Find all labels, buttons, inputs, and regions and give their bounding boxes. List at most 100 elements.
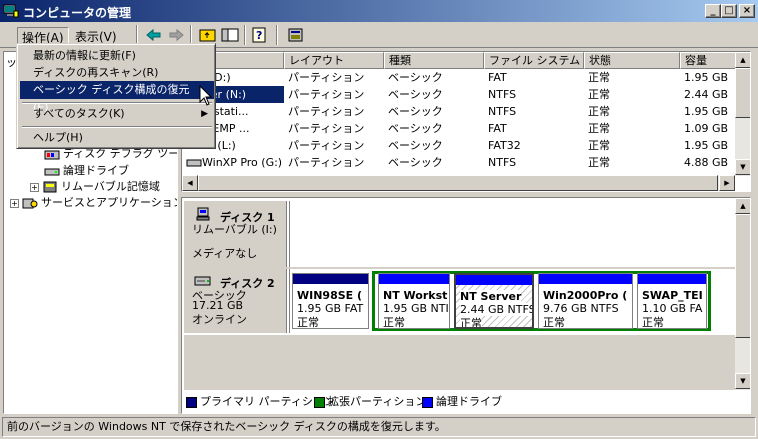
scroll-thumb[interactable] xyxy=(735,68,750,118)
legend-swatch xyxy=(422,396,433,408)
properties-icon[interactable] xyxy=(286,26,306,44)
disk-1-area xyxy=(289,201,735,267)
table-row[interactable]: WinXP Pro (G:) パーティション ベーシック NTFS 正常 4.8… xyxy=(182,154,738,171)
partition-status: 正常 xyxy=(297,316,319,329)
scroll-thumb[interactable] xyxy=(735,214,750,338)
menu-item-rescan-disks[interactable]: ディスクの再スキャン(R) xyxy=(20,64,214,82)
cell-capacity: 1.95 GB xyxy=(684,139,729,152)
mouse-cursor-icon xyxy=(199,85,213,106)
legend-label: 論理ドライブ xyxy=(436,395,502,408)
legend-swatch xyxy=(186,396,197,408)
scroll-down-icon[interactable]: ▼ xyxy=(735,373,750,389)
menu-item-restore-basic-disk[interactable]: ベーシック ディスク構成の復元(E)... xyxy=(20,81,214,114)
partition-nt-workstation[interactable]: NT Workst 1.95 GB NTI 正常 xyxy=(378,273,450,329)
disk-graphical-view: ディスク 1 リムーバブル (I:) メディアなし ディスク 2 ベーシック 1… xyxy=(181,197,751,414)
hard-disk-icon xyxy=(194,276,211,286)
partition-name: SWAP_TEI xyxy=(642,289,703,302)
table-row[interactable]: Server (N:) パーティション ベーシック NTFS 正常 2.44 G… xyxy=(182,86,738,103)
column-header-filesystem[interactable]: ファイル システム xyxy=(484,52,584,69)
tree-item-removable-storage[interactable]: + リムーバブル記憶域 xyxy=(30,178,160,194)
graph-vscroll[interactable]: ▲ ▼ xyxy=(735,198,750,390)
column-header-capacity[interactable]: 容量 xyxy=(680,52,738,69)
scroll-down-icon[interactable]: ▼ xyxy=(735,159,750,175)
table-row[interactable]: 98SE (L:) パーティション ベーシック FAT32 正常 1.95 GB xyxy=(182,137,738,154)
menu-item-help[interactable]: ヘルプ(H) xyxy=(20,129,214,147)
cell-filesystem: NTFS xyxy=(488,88,517,101)
partition-status: 正常 xyxy=(642,316,664,329)
partition-bar xyxy=(379,274,449,284)
cell-capacity: 4.88 GB xyxy=(684,156,729,169)
legend-logical: 論理ドライブ xyxy=(422,395,502,409)
menu-item-all-tasks[interactable]: すべてのタスク(K) ▶ xyxy=(20,105,214,123)
cell-status: 正常 xyxy=(588,88,610,101)
cell-filesystem: FAT xyxy=(488,71,507,84)
disk-status: メディアなし xyxy=(192,247,258,260)
column-header-type[interactable]: 種類 xyxy=(384,52,484,69)
cell-volume: WinXP Pro (G:) xyxy=(182,154,284,171)
volume-list-hscroll[interactable]: ◀ ▶ xyxy=(182,175,735,191)
cell-status: 正常 xyxy=(588,122,610,135)
cell-filesystem: FAT xyxy=(488,122,507,135)
minimize-button[interactable]: _ xyxy=(705,4,721,18)
volume-list: ーム レイアウト 種類 ファイル システム 状態 容量 TA1 (D:) パーテ… xyxy=(181,51,751,192)
cell-layout: パーティション xyxy=(288,156,365,169)
back-icon[interactable] xyxy=(144,26,164,44)
partition-name: Win2000Pro ( xyxy=(543,289,628,302)
cell-filesystem: NTFS xyxy=(488,156,517,169)
expand-icon[interactable]: + xyxy=(10,198,19,208)
scroll-left-icon[interactable]: ◀ xyxy=(182,175,198,191)
cell-layout: パーティション xyxy=(288,122,365,135)
cell-layout: パーティション xyxy=(288,139,365,152)
table-row[interactable]: AP_TEMP ... パーティション ベーシック FAT 正常 1.09 GB xyxy=(182,120,738,137)
drive-icon xyxy=(44,168,60,176)
cell-layout: パーティション xyxy=(288,105,365,118)
scroll-up-icon[interactable]: ▲ xyxy=(735,52,750,68)
partition-nt-server[interactable]: NT Server 2.44 GB NTFS 正常 xyxy=(454,273,534,329)
cell-status: 正常 xyxy=(588,71,610,84)
scroll-thumb[interactable] xyxy=(198,175,718,191)
up-folder-icon[interactable] xyxy=(198,26,218,44)
status-bar: 前のバージョンの Windows NT で保存されたベーシック ディスクの構成を… xyxy=(2,417,756,437)
table-row[interactable]: Workstati... パーティション ベーシック NTFS 正常 1.95 … xyxy=(182,103,738,120)
volume-list-vscroll[interactable]: ▲ ▼ xyxy=(735,52,750,176)
maximize-button[interactable]: □ xyxy=(721,4,737,18)
table-row[interactable]: TA1 (D:) パーティション ベーシック FAT 正常 1.95 GB xyxy=(182,69,738,86)
removable-disk-icon xyxy=(196,207,210,221)
cell-filesystem: NTFS xyxy=(488,105,517,118)
disk-1-label[interactable]: ディスク 1 リムーバブル (I:) メディアなし xyxy=(184,201,287,267)
tree-item-logical-drives[interactable]: 論理ドライブ xyxy=(44,162,129,178)
show-hide-tree-icon[interactable] xyxy=(220,26,240,44)
partition-name: WIN98SE ( xyxy=(297,289,363,302)
menu-item-label: すべてのタスク(K) xyxy=(33,107,125,120)
computer-management-icon xyxy=(3,4,19,18)
column-header-status[interactable]: 状態 xyxy=(584,52,680,69)
menu-item-refresh[interactable]: 最新の情報に更新(F) xyxy=(20,47,214,65)
tree-item-services-apps[interactable]: + サービスとアプリケーション xyxy=(10,194,178,210)
partition-swap-temp[interactable]: SWAP_TEI 1.10 GB FA 正常 xyxy=(637,273,707,329)
scroll-right-icon[interactable]: ▶ xyxy=(719,175,735,191)
partition-win98se[interactable]: WIN98SE ( 1.95 GB FAT 正常 xyxy=(292,273,369,329)
cell-status: 正常 xyxy=(588,139,610,152)
svg-text:?: ? xyxy=(256,29,262,42)
close-button[interactable]: × xyxy=(739,4,755,18)
forward-icon[interactable] xyxy=(166,26,186,44)
legend-primary: プライマリ パーティション xyxy=(186,395,335,409)
cell-type: ベーシック xyxy=(388,88,443,101)
partition-name: NT Workst xyxy=(383,289,448,302)
cell-status: 正常 xyxy=(588,156,610,169)
expand-icon[interactable]: + xyxy=(30,182,39,192)
services-icon xyxy=(22,198,38,209)
window-title: コンピュータの管理 xyxy=(23,6,132,20)
cell-status: 正常 xyxy=(588,105,610,118)
cell-layout: パーティション xyxy=(288,71,365,84)
cell-capacity: 1.09 GB xyxy=(684,122,729,135)
cell-type: ベーシック xyxy=(388,139,443,152)
tree-item-label: サービスとアプリケーション xyxy=(41,196,178,209)
partition-win2000pro[interactable]: Win2000Pro ( 9.76 GB NTFS 正常 xyxy=(538,273,633,329)
cell-capacity: 1.95 GB xyxy=(684,105,729,118)
help-icon[interactable]: ? xyxy=(250,26,270,44)
disk-2-label[interactable]: ディスク 2 ベーシック 17.21 GB オンライン xyxy=(184,269,287,333)
scroll-up-icon[interactable]: ▲ xyxy=(735,198,750,214)
partition-status: 正常 xyxy=(543,316,565,329)
column-header-layout[interactable]: レイアウト xyxy=(284,52,384,69)
